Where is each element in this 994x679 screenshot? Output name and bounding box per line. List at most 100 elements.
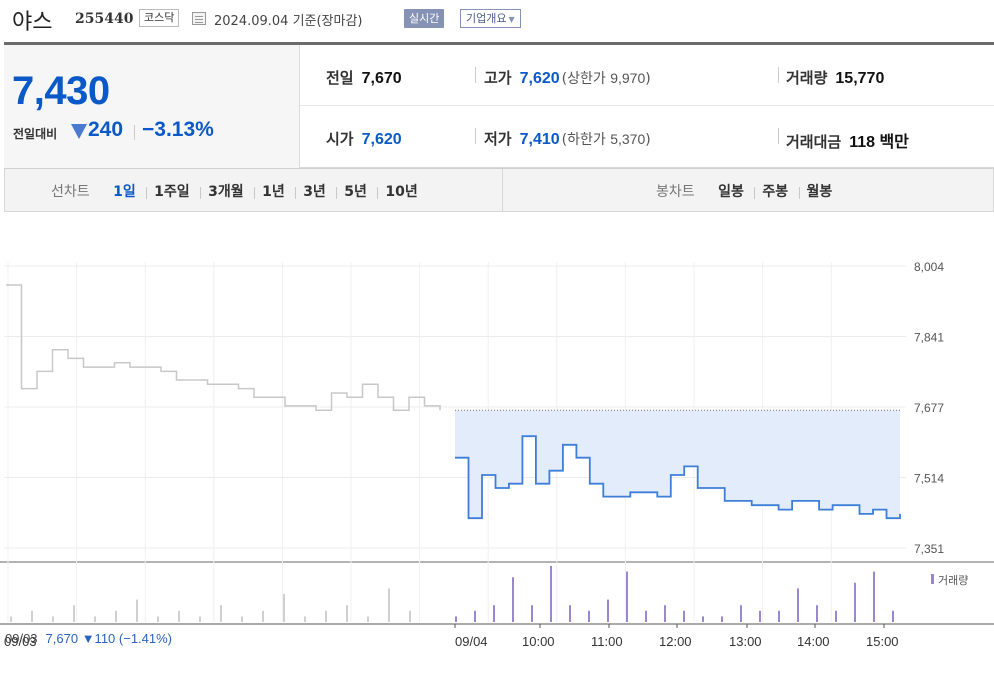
volume-bar — [816, 605, 818, 622]
volume-bar — [52, 616, 54, 622]
tabs-divider — [502, 169, 503, 211]
volume-bar — [721, 616, 723, 622]
upper-limit: (상한가 9,970) — [561, 70, 651, 87]
x-tick-label: 14:00 — [797, 634, 830, 649]
volume-bar — [778, 610, 780, 622]
volume-bar — [388, 588, 390, 622]
trade-amount: 거래대금 118 백만 — [786, 128, 909, 152]
low-price: 저가 7,410 (하한가 5,370) — [484, 128, 651, 149]
volume-bar — [474, 610, 476, 622]
stock-code: 255440 — [75, 11, 134, 27]
volume-bar — [94, 616, 96, 622]
info-row-1: 전일 7,670 고가 7,620 (상한가 9,970) 거래량 15,770 — [300, 45, 994, 106]
high-label: 고가 — [484, 69, 512, 87]
volume-bar — [645, 610, 647, 622]
volume-bar — [569, 605, 571, 622]
volume-bar — [550, 566, 552, 622]
prev-day-line — [6, 284, 441, 411]
tab-3month[interactable]: 3개월 — [201, 184, 251, 200]
high-value: 7,620 — [519, 70, 560, 87]
volume-bar — [178, 610, 180, 622]
volume-bar — [607, 599, 609, 622]
tab-1week[interactable]: 1주일 — [147, 184, 197, 200]
company-overview-button[interactable]: 기업개요 ▼ — [460, 9, 521, 28]
y-tick-label: 7,841 — [914, 331, 944, 345]
volume-bar — [115, 610, 117, 622]
volume-legend: 거래량 — [938, 574, 968, 587]
x-tick-label: 13:00 — [729, 634, 762, 649]
low-value: 7,410 — [519, 131, 560, 148]
volume-bar — [683, 610, 685, 622]
price-summary: 7,430 전일대비 240 −3.13% 전일 7,670 고가 7,620 (상한… — [4, 45, 994, 168]
change-value: 240 — [88, 118, 124, 141]
volume-bar — [664, 605, 666, 622]
tab-1day[interactable]: 1일 — [106, 184, 143, 200]
lower-limit-value: 5,370 — [610, 131, 646, 147]
volume-bar — [797, 588, 799, 622]
line-chart-tabs: 선차트 1일 1주일 3개월 1년 3년 5년 10년 — [51, 181, 425, 201]
upper-limit-value: 9,970 — [610, 70, 646, 86]
prev-close: 전일 7,670 — [326, 67, 402, 88]
open-price: 시가 7,620 — [326, 128, 402, 149]
stock-header: 야스 255440 코스닥 2024.09.04 기준(장마감) 실시간 기업개… — [0, 0, 994, 40]
volume-bar — [409, 610, 411, 622]
prev-close-label: 전일 — [326, 69, 354, 87]
volume-bar — [220, 605, 222, 622]
volume-bar — [854, 582, 856, 622]
price-chart[interactable]: 8,004 7,841 7,677 7,514 7,351 09/04 10:00 11:0… — [0, 212, 994, 679]
current-price: 7,430 — [12, 69, 110, 113]
volume-bar — [304, 616, 306, 622]
change-separator — [134, 125, 135, 140]
volume-bar — [262, 610, 264, 622]
y-tick-label: 7,677 — [914, 401, 944, 415]
volume-bar — [588, 610, 590, 622]
change-label: 전일대비 — [13, 127, 58, 141]
tab-10year[interactable]: 10년 — [378, 184, 424, 200]
volume: 거래량 15,770 — [786, 67, 884, 88]
open-value: 7,620 — [361, 131, 402, 148]
x-tick-label: 11:00 — [591, 634, 623, 649]
realtime-button[interactable]: 실시간 — [404, 9, 445, 28]
volume-bar — [346, 605, 348, 622]
candle-chart-tabs: 봉차트 일봉 주봉 월봉 — [656, 181, 839, 201]
tab-1year[interactable]: 1년 — [255, 184, 292, 200]
volume-legend-swatch — [931, 574, 934, 584]
tab-5year[interactable]: 5년 — [337, 184, 374, 200]
x-tick-label: 15:00 — [866, 634, 899, 649]
volume-bar — [531, 605, 533, 622]
trade-amount-label: 거래대금 — [786, 133, 842, 151]
current-price-panel: 7,430 전일대비 240 −3.13% — [4, 45, 300, 168]
volume-bar — [493, 605, 495, 622]
price-info-grid: 전일 7,670 고가 7,620 (상한가 9,970) 거래량 15,770 시가 7… — [300, 45, 994, 168]
volume-bar — [241, 616, 243, 622]
volume-value: 15,770 — [835, 70, 885, 87]
down-arrow-icon — [71, 124, 87, 139]
tab-weekly-candle[interactable]: 주봉 — [755, 184, 795, 200]
lower-limit: (하한가 5,370) — [561, 131, 651, 148]
volume-bar — [740, 605, 742, 622]
y-tick-label: 7,514 — [914, 472, 944, 486]
calendar-icon — [192, 12, 206, 25]
lower-limit-label: 하한가 — [567, 132, 606, 148]
y-tick-label: 7,351 — [914, 542, 944, 556]
price-chart-svg: 8,004 7,841 7,677 7,514 7,351 09/04 10:00 11:0… — [0, 260, 994, 649]
tab-monthly-candle[interactable]: 월봉 — [800, 184, 840, 200]
tab-daily-candle[interactable]: 일봉 — [711, 184, 751, 200]
volume-label: 거래량 — [786, 69, 828, 87]
prev-close-value: 7,670 — [361, 70, 402, 87]
volume-bar — [10, 616, 12, 622]
volume-bar — [702, 616, 704, 622]
volume-bar — [892, 610, 894, 622]
volume-bar — [283, 594, 285, 622]
x-tick-label: 12:00 — [659, 634, 692, 649]
tab-3year[interactable]: 3년 — [296, 184, 333, 200]
volume-bar — [873, 571, 875, 622]
info-row-2: 시가 7,620 저가 7,410 (하한가 5,370) 거래대금 118 백만 — [300, 106, 994, 167]
chevron-down-icon: ▼ — [508, 15, 515, 24]
volume-bar — [136, 599, 138, 622]
prev-day-note: 09/03 7,670 ▼110 (−1.41%) — [5, 631, 172, 646]
open-label: 시가 — [326, 130, 354, 148]
market-badge: 코스닥 — [139, 9, 180, 27]
volume-bar — [759, 610, 761, 622]
volume-bar — [512, 577, 514, 622]
